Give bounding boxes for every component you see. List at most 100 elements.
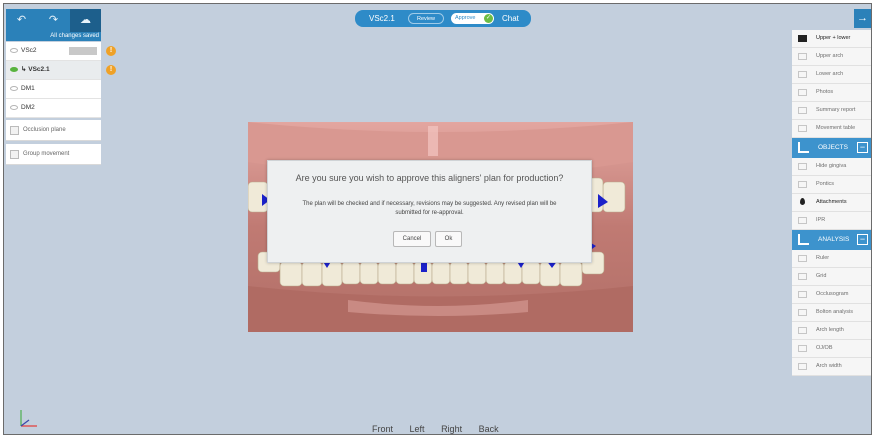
occlusogram-tool[interactable]: Occlusogram <box>792 286 871 304</box>
eye-icon[interactable] <box>10 86 18 91</box>
view-right-button[interactable]: Right <box>441 424 462 434</box>
ipr-toggle[interactable]: IPR <box>792 212 871 230</box>
view-upper-lower[interactable]: Upper + lower <box>792 30 871 48</box>
grid-icon <box>798 273 807 280</box>
arch-width-tool[interactable]: Arch width <box>792 358 871 376</box>
collapse-icon[interactable]: − <box>857 234 868 245</box>
menu-label: IPR <box>816 217 826 223</box>
ok-button[interactable]: Ok <box>435 231 462 247</box>
pontic-icon <box>798 181 807 188</box>
view-direction-bar: Front Left Right Back <box>372 424 513 434</box>
group-movement-icon <box>10 150 19 159</box>
menu-label: Ruler <box>816 255 830 261</box>
occlusion-plane-icon <box>10 126 19 135</box>
jaw-icon <box>798 35 807 42</box>
eye-icon[interactable] <box>10 48 18 53</box>
photo-icon <box>798 89 807 96</box>
arch-length-icon <box>798 327 807 334</box>
menu-label: Movement table <box>816 125 856 131</box>
cloud-save-button[interactable]: ☁ <box>70 9 101 32</box>
warning-icon[interactable]: ! <box>106 46 116 56</box>
approve-button[interactable]: Approve ✓ <box>451 13 494 24</box>
undo-button[interactable]: ↶ <box>6 9 37 32</box>
section-title: OBJECTS <box>818 144 848 151</box>
version-label: VSc2 <box>21 47 37 54</box>
oj-ob-icon <box>798 345 807 352</box>
cancel-button[interactable]: Cancel <box>393 231 431 247</box>
gingiva-icon <box>798 163 807 170</box>
menu-label: Pontics <box>816 181 835 187</box>
objects-header[interactable]: OBJECTS − <box>792 138 871 158</box>
bolton-icon <box>798 309 807 316</box>
menu-label: Upper + lower <box>816 35 851 41</box>
movement-table-button[interactable]: Movement table <box>792 120 871 138</box>
menu-label: Bolton analysis <box>816 309 853 315</box>
version-tag <box>69 47 97 55</box>
eye-icon[interactable] <box>10 105 18 110</box>
save-status: All changes saved <box>50 33 99 39</box>
redo-button[interactable]: ↷ <box>38 9 69 32</box>
review-button[interactable]: Review <box>408 13 444 24</box>
summary-report-button[interactable]: Summary report <box>792 102 871 120</box>
undo-icon: ↶ <box>16 14 27 26</box>
occlusion-plane-button[interactable]: Occlusion plane <box>6 120 101 141</box>
occlusion-plane-label: Occlusion plane <box>23 127 66 133</box>
hide-gingiva-toggle[interactable]: Hide gingiva <box>792 158 871 176</box>
attachments-toggle[interactable]: Attachments <box>792 194 871 212</box>
menu-label: Grid <box>816 273 827 279</box>
oj-ob-tool[interactable]: OJ/OB <box>792 340 871 358</box>
analysis-icon <box>798 234 809 245</box>
view-back-button[interactable]: Back <box>479 424 499 434</box>
grid-tool[interactable]: Grid <box>792 268 871 286</box>
menu-label: Photos <box>816 89 834 95</box>
menu-label: Lower arch <box>816 71 844 77</box>
version-label: DM2 <box>21 104 35 111</box>
version-label: DM1 <box>21 85 35 92</box>
arrow-right-icon: → <box>857 12 868 24</box>
view-lower-arch[interactable]: Lower arch <box>792 66 871 84</box>
ruler-tool[interactable]: Ruler <box>792 250 871 268</box>
view-upper-arch[interactable]: Upper arch <box>792 48 871 66</box>
arch-length-tool[interactable]: Arch length <box>792 322 871 340</box>
menu-label: Arch width <box>816 363 842 369</box>
menu-label: Hide gingiva <box>816 163 847 169</box>
approve-label: Approve <box>455 15 476 21</box>
collapse-panel-button[interactable]: → <box>854 9 871 28</box>
eye-icon[interactable] <box>10 67 18 72</box>
version-item-dm1[interactable]: DM1 <box>6 80 101 99</box>
version-item-vsc2[interactable]: VSc2 ! <box>6 42 116 61</box>
pontics-toggle[interactable]: Pontics <box>792 176 871 194</box>
cloud-icon: ☁ <box>80 14 91 26</box>
photos-button[interactable]: Photos <box>792 84 871 102</box>
group-movement-label: Group movement <box>23 151 70 157</box>
ipr-icon <box>798 217 807 224</box>
analysis-header[interactable]: ANALYSIS − <box>792 230 871 250</box>
group-movement-button[interactable]: Group movement <box>6 144 101 165</box>
view-left-button[interactable]: Left <box>410 424 425 434</box>
menu-label: OJ/OB <box>816 345 833 351</box>
ruler-icon <box>798 255 807 262</box>
version-item-dm2[interactable]: DM2 <box>6 99 101 118</box>
arch-width-icon <box>798 363 807 370</box>
bolton-analysis-tool[interactable]: Bolton analysis <box>792 304 871 322</box>
view-front-button[interactable]: Front <box>372 424 393 434</box>
dialog-title: Are you sure you wish to approve this al… <box>295 173 564 183</box>
version-item-vsc2-1[interactable]: ↳ VSc2.1 ! <box>6 61 116 80</box>
right-panel: Upper + lower Upper arch Lower arch Phot… <box>792 30 871 376</box>
chat-button[interactable]: Chat <box>502 10 519 27</box>
lower-arch-icon <box>798 71 807 78</box>
child-arrow-icon: ↳ <box>21 66 27 73</box>
warning-icon[interactable]: ! <box>106 65 116 75</box>
occlusogram-icon <box>798 291 807 298</box>
report-icon <box>798 107 807 114</box>
menu-label: Occlusogram <box>816 291 849 297</box>
attachment-icon <box>800 198 805 205</box>
collapse-icon[interactable]: − <box>857 142 868 153</box>
menu-label: Summary report <box>816 107 856 113</box>
approve-confirmation-dialog: Are you sure you wish to approve this al… <box>267 160 592 263</box>
top-toolbar: ↶ ↷ ☁ All changes saved <box>6 9 101 41</box>
version-label: VSc2.1 <box>28 66 50 73</box>
check-icon: ✓ <box>484 14 493 23</box>
axes-gizmo-icon <box>20 410 37 427</box>
menu-label: Upper arch <box>816 53 844 59</box>
